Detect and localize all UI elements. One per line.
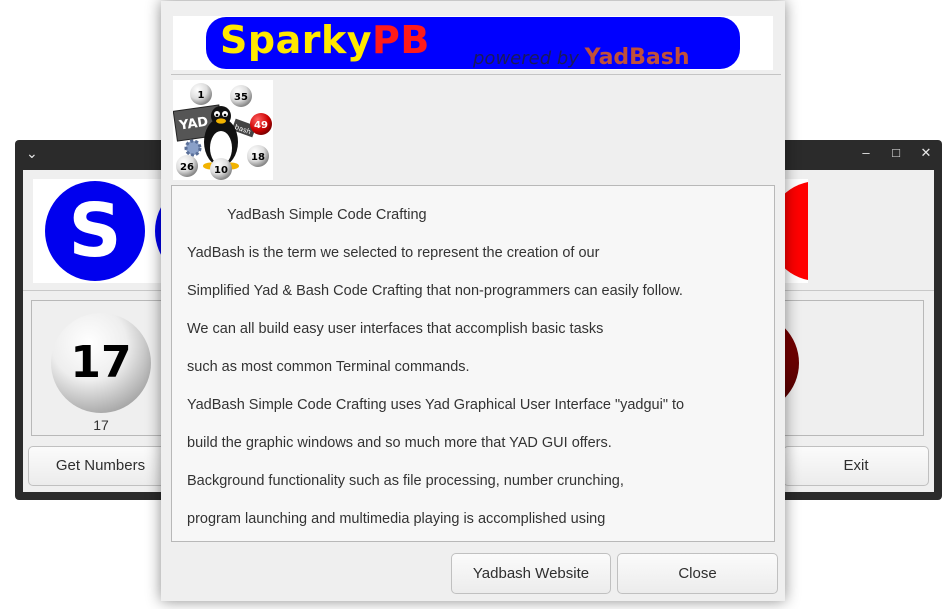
gear-icon — [184, 139, 202, 157]
separator — [171, 74, 781, 75]
info-text-line: Simplified Yad & Bash Code Crafting that… — [187, 283, 683, 299]
window-menu-chevron-icon[interactable]: ⌄ — [26, 145, 38, 162]
logo-pb: PB — [372, 18, 430, 62]
yadbash-lotto-icon: YAD bash 1 35 49 26 10 18 — [173, 80, 273, 180]
info-text-line: YadBash is the term we selected to repre… — [187, 245, 600, 261]
ball-number: 1 — [198, 90, 205, 101]
lottery-ball-label: 17 — [93, 417, 109, 433]
powered-by-prefix: powered by — [473, 48, 585, 69]
ball-number: 35 — [234, 92, 248, 103]
ball-number: 18 — [251, 152, 265, 163]
close-window-icon[interactable]: ✕ — [918, 146, 934, 160]
ball-number: 10 — [214, 165, 228, 176]
info-text-line: program launching and multimedia playing… — [187, 511, 606, 527]
info-text-line: YadBash Simple Code Crafting uses Yad Gr… — [187, 397, 685, 413]
about-dialog: SparkyPB powered by YadBash YAD bash 1 3… — [161, 1, 785, 601]
banner-pill: SparkyPB powered by YadBash — [206, 17, 740, 71]
close-button[interactable]: Close — [617, 553, 778, 594]
yadbash-website-button[interactable]: Yadbash Website — [451, 553, 611, 594]
powered-by-text: powered by YadBash — [473, 46, 690, 71]
info-text-panel[interactable]: YadBash Simple Code Crafting YadBash is … — [171, 185, 775, 542]
sparkypb-banner: SparkyPB powered by YadBash — [173, 16, 773, 70]
logo-sparky: Sparky — [220, 18, 372, 62]
info-text-line: such as most common Terminal commands. — [187, 359, 470, 375]
minimize-icon[interactable]: – — [858, 146, 874, 160]
info-text-line: We can all build easy user interfaces th… — [187, 321, 604, 337]
info-text-line: Background functionality such as file pr… — [187, 473, 624, 489]
yadbash-lotto-graphic: YAD bash 1 35 49 26 10 18 — [173, 83, 272, 180]
banner-letter-s: S — [45, 181, 145, 281]
lottery-ball: 17 — [51, 313, 151, 413]
info-text-line: build the graphic windows and so much mo… — [187, 435, 612, 451]
maximize-icon[interactable]: □ — [888, 146, 904, 160]
info-text-line: YadBash Simple Code Crafting — [227, 207, 427, 223]
sparkypb-logo: SparkyPB — [220, 17, 430, 63]
powered-by-yadbash: YadBash — [584, 45, 690, 70]
get-numbers-button[interactable]: Get Numbers — [28, 446, 173, 486]
ball-number: 49 — [254, 120, 268, 131]
exit-button[interactable]: Exit — [783, 446, 929, 486]
ball-number: 26 — [180, 162, 194, 173]
